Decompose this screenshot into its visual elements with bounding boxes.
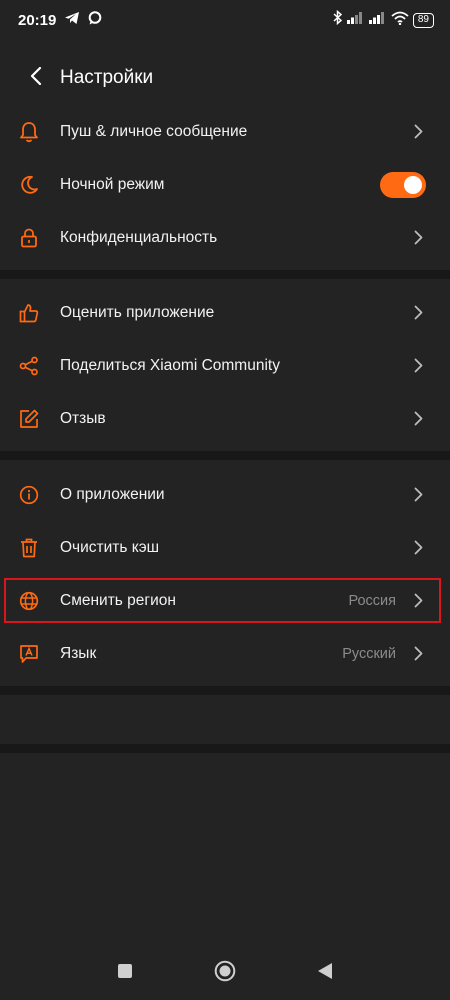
status-time: 20:19: [18, 11, 57, 29]
chevron-right-icon: [414, 487, 424, 503]
settings-item-label: Очистить кэш: [60, 538, 160, 556]
edit-icon: [18, 408, 40, 430]
settings-group-feedback: Оценить приложение Поделиться Xiaomi Com…: [0, 286, 450, 445]
back-arrow-icon: [30, 66, 42, 90]
signal-icon-2: [368, 11, 387, 29]
highlight-box: [4, 578, 441, 623]
signal-icon-1: [346, 11, 365, 29]
thumbs-up-icon: [18, 302, 40, 324]
share-icon: [18, 355, 40, 377]
settings-group-app: О приложении Очистить кэш Сменить регион…: [0, 468, 450, 680]
home-button[interactable]: [175, 946, 275, 1000]
wifi-icon: [391, 11, 409, 30]
home-circle-icon: [214, 960, 236, 987]
chevron-right-icon: [414, 230, 424, 246]
settings-item-clear-cache[interactable]: Очистить кэш: [0, 521, 450, 574]
chevron-right-icon: [414, 411, 424, 427]
current-language-value: Русский: [342, 645, 396, 662]
language-icon: [18, 643, 40, 665]
settings-item-label: Язык: [60, 644, 97, 662]
lock-icon: [18, 227, 40, 249]
settings-item-label: Оценить приложение: [60, 303, 215, 321]
triangle-back-icon: [317, 962, 333, 985]
settings-item-about[interactable]: О приложении: [0, 468, 450, 521]
section-divider: [0, 744, 450, 753]
back-nav-button[interactable]: [275, 946, 375, 1000]
chevron-right-icon: [414, 305, 424, 321]
battery-indicator: 89: [412, 12, 434, 28]
telegram-icon: [64, 11, 80, 30]
settings-item-label: Конфиденциальность: [60, 228, 218, 246]
night-mode-toggle[interactable]: [380, 171, 426, 198]
info-icon: [18, 484, 40, 506]
bell-icon: [18, 121, 40, 143]
settings-item-label: О приложении: [60, 485, 165, 503]
status-bar: 20:19 89: [0, 0, 450, 40]
status-left: 20:19: [18, 10, 102, 30]
settings-item-rate-app[interactable]: Оценить приложение: [0, 286, 450, 339]
settings-item-push-notifications[interactable]: Пуш & личное сообщение: [0, 105, 450, 158]
settings-group-notifications: Пуш & личное сообщение Ночной режим Конф…: [0, 105, 450, 264]
page-title: Настройки: [60, 67, 154, 88]
square-icon: [117, 963, 133, 984]
settings-item-label: Поделиться Xiaomi Community: [60, 356, 280, 374]
section-divider: [0, 451, 450, 460]
moon-icon: [18, 174, 40, 196]
settings-item-privacy[interactable]: Конфиденциальность: [0, 211, 450, 264]
settings-item-night-mode[interactable]: Ночной режим: [0, 158, 450, 211]
back-button[interactable]: [14, 56, 58, 100]
toggle-knob: [404, 175, 422, 194]
chevron-right-icon: [414, 358, 424, 374]
settings-item-label: Отзыв: [60, 409, 106, 427]
chevron-right-icon: [414, 646, 424, 662]
settings-item-language[interactable]: Язык Русский: [0, 627, 450, 680]
chevron-right-icon: [414, 124, 424, 140]
bluetooth-icon: [333, 9, 343, 30]
chevron-right-icon: [414, 540, 424, 556]
status-right: 89: [333, 9, 434, 30]
trash-icon: [18, 537, 40, 559]
section-divider: [0, 686, 450, 695]
settings-item-label: Пуш & личное сообщение: [60, 122, 248, 140]
header: Настройки: [0, 52, 450, 104]
recent-apps-button[interactable]: [75, 946, 175, 1000]
settings-item-feedback[interactable]: Отзыв: [0, 392, 450, 445]
settings-item-label: Ночной режим: [60, 175, 165, 193]
chat-icon: [88, 10, 102, 30]
settings-item-share[interactable]: Поделиться Xiaomi Community: [0, 339, 450, 392]
section-divider: [0, 270, 450, 279]
navigation-bar: [0, 946, 450, 1000]
